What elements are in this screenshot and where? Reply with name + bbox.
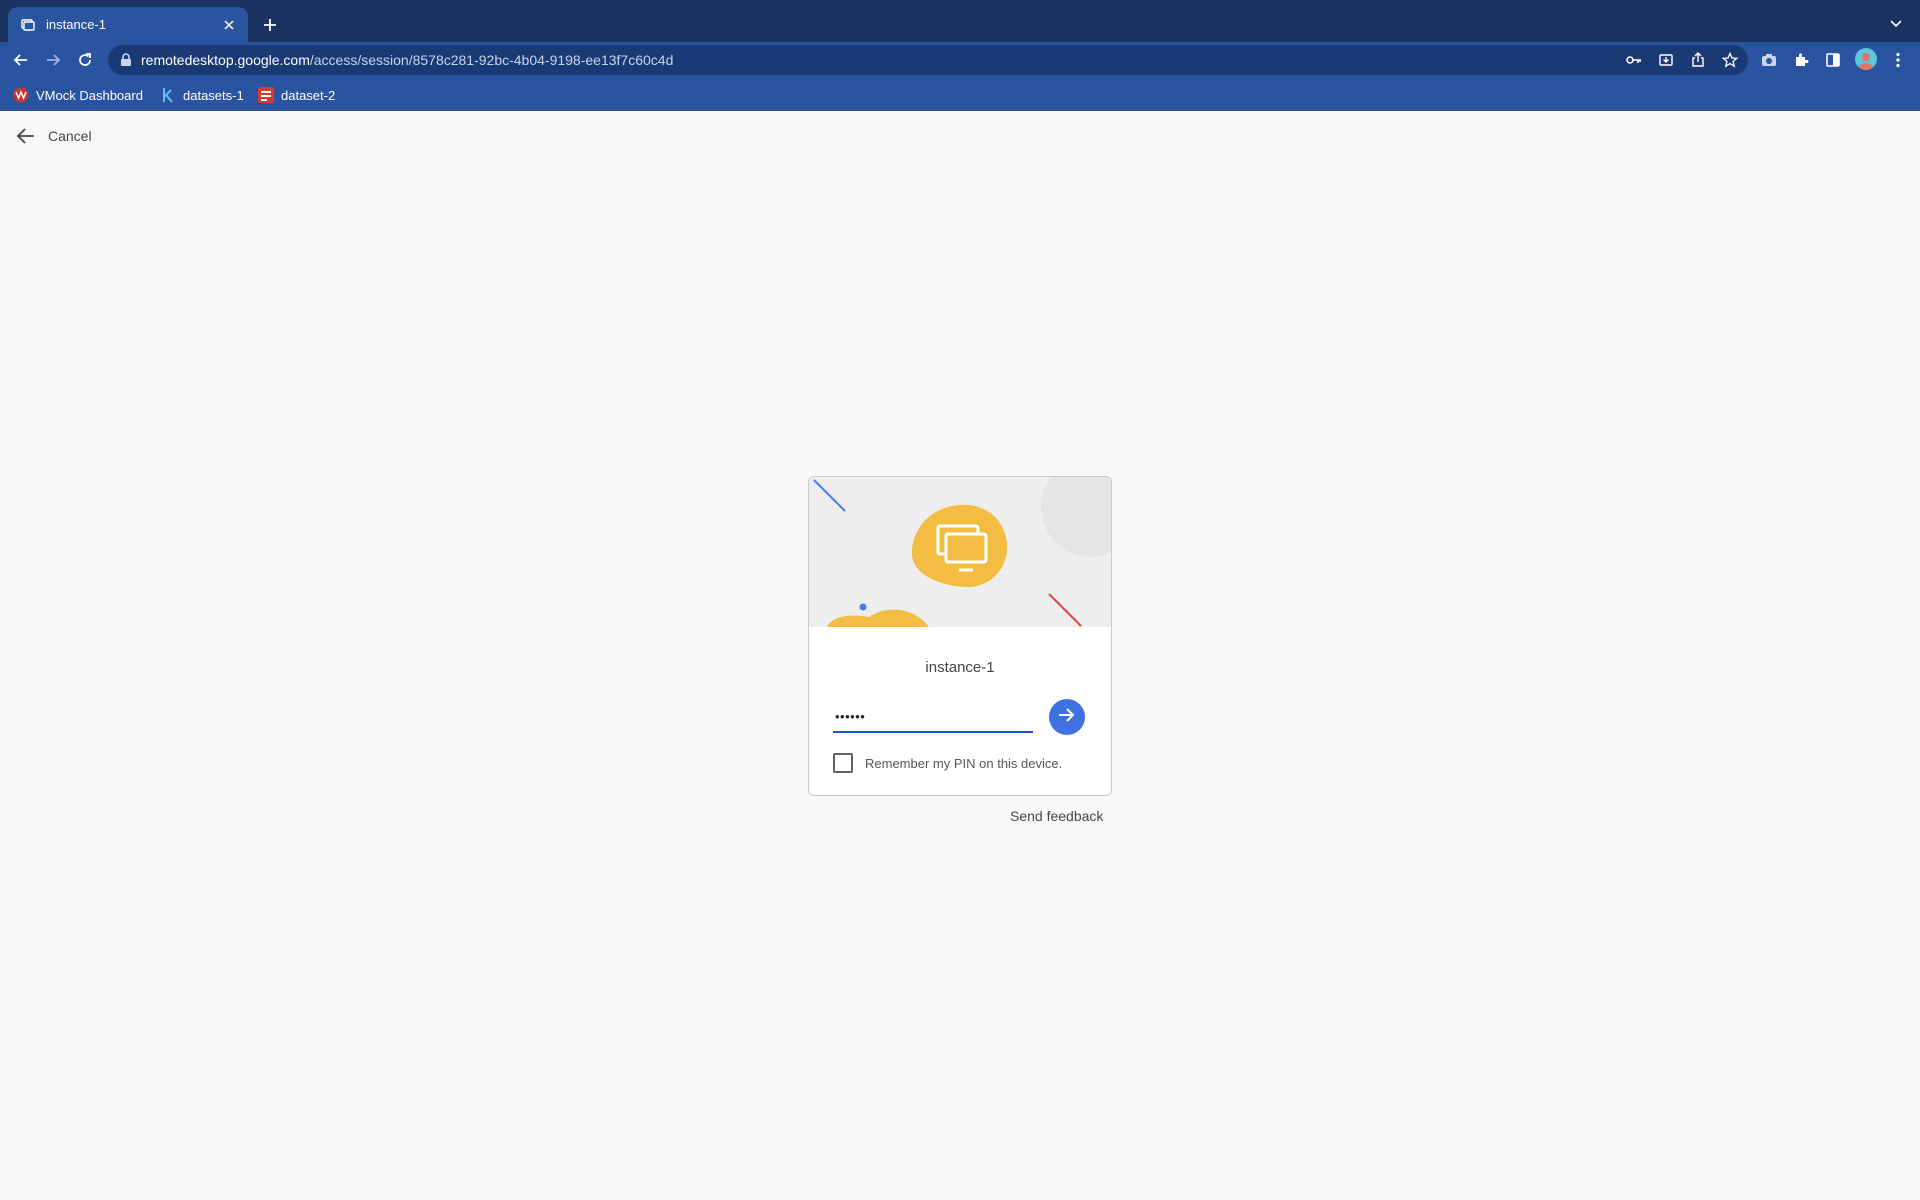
star-icon[interactable] — [1720, 50, 1740, 70]
bookmarks-bar: VMock Dashboard datasets-1 dataset-2 — [0, 78, 1920, 111]
back-icon[interactable] — [9, 48, 33, 72]
url-host: remotedesktop.google.com — [141, 52, 310, 68]
address-bar[interactable]: remotedesktop.google.com/access/session/… — [108, 45, 1748, 75]
url-text: remotedesktop.google.com/access/session/… — [141, 52, 673, 68]
tab-search-chevron-icon[interactable] — [1884, 12, 1908, 36]
arrow-back-icon — [14, 124, 38, 148]
remember-pin-option[interactable]: Remember my PIN on this device. — [833, 753, 1062, 773]
kaggle-icon — [160, 87, 176, 103]
pin-value: •••••• — [835, 709, 866, 724]
pin-input[interactable]: •••••• — [833, 701, 1033, 733]
bookmark-label: datasets-1 — [183, 87, 244, 103]
submit-pin-button[interactable] — [1049, 699, 1085, 735]
host-illustration — [809, 477, 1111, 627]
url-path: /access/session/8578c281-92bc-4b04-9198-… — [309, 52, 674, 68]
camera-icon[interactable] — [1757, 48, 1781, 72]
share-icon[interactable] — [1688, 50, 1708, 70]
send-feedback-link[interactable]: Send feedback — [1010, 808, 1103, 824]
browser-tab[interactable]: instance-1 — [8, 7, 248, 42]
arrow-forward-icon — [1058, 707, 1076, 728]
tab-strip: instance-1 — [0, 0, 1920, 42]
pin-card: instance-1 •••••• Remember my PIN on thi… — [808, 476, 1112, 796]
vmock-icon — [13, 87, 29, 103]
cancel-button[interactable]: Cancel — [14, 124, 92, 148]
side-panel-icon[interactable] — [1821, 48, 1845, 72]
remember-pin-label: Remember my PIN on this device. — [865, 755, 1063, 771]
remember-pin-checkbox[interactable] — [833, 753, 853, 773]
bookmark-vmock-dashboard[interactable]: VMock Dashboard — [13, 84, 143, 106]
cancel-label: Cancel — [48, 128, 92, 144]
bookmark-label: VMock Dashboard — [36, 87, 143, 103]
bookmark-label: dataset-2 — [281, 87, 336, 103]
menu-icon[interactable] — [1886, 48, 1910, 72]
forward-icon[interactable] — [41, 48, 65, 72]
key-icon[interactable] — [1624, 50, 1644, 70]
remote-desktop-favicon-icon — [20, 17, 36, 33]
extensions-icon[interactable] — [1789, 48, 1813, 72]
lock-icon[interactable] — [120, 53, 134, 67]
avatar[interactable] — [1855, 48, 1877, 70]
host-name: instance-1 — [925, 659, 995, 676]
close-tab-icon[interactable] — [220, 16, 238, 34]
browser-toolbar: remotedesktop.google.com/access/session/… — [0, 42, 1920, 78]
new-tab-icon[interactable] — [258, 13, 282, 37]
bookmark-datasets-1[interactable]: datasets-1 — [160, 84, 244, 106]
reload-icon[interactable] — [73, 48, 97, 72]
dataset-icon — [258, 87, 274, 103]
bookmark-dataset-2[interactable]: dataset-2 — [258, 84, 335, 106]
install-icon[interactable] — [1656, 50, 1676, 70]
tab-title: instance-1 — [46, 17, 106, 32]
